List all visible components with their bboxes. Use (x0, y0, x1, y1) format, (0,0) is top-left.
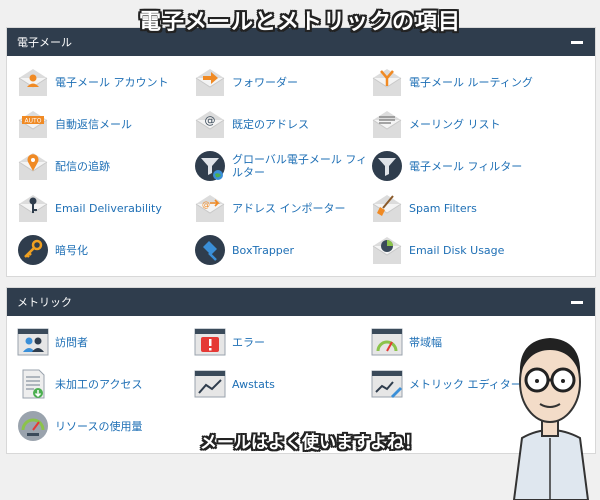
track-delivery-link[interactable]: 配信の追跡 (17, 150, 110, 182)
encryption-link[interactable]: 暗号化 (17, 234, 88, 266)
raw-access-link[interactable]: 未加工のアクセス (17, 368, 142, 400)
person-envelope-icon (18, 69, 48, 96)
address-importer-label: アドレス インポーター (232, 201, 346, 215)
svg-text:@: @ (202, 200, 210, 209)
svg-text:@: @ (205, 114, 216, 127)
email-panel-title: 電子メール (17, 36, 72, 49)
email-routing-label: 電子メール ルーティング (409, 75, 533, 89)
email-accounts-label: 電子メール アカウント (55, 75, 169, 89)
collapse-icon[interactable] (571, 300, 583, 304)
spam-filters-link[interactable]: Spam Filters (371, 192, 477, 224)
key-envelope-icon (18, 195, 48, 222)
email-panel: 電子メール 電子メール アカウント フォワーダー 電子メール ルーティング AU… (6, 27, 596, 277)
resource-usage-link[interactable]: リソースの使用量 (17, 410, 142, 442)
forwarders-link[interactable]: フォワーダー (194, 66, 298, 98)
awstats-label: Awstats (232, 377, 275, 391)
metrics-panel-header[interactable]: メトリック (7, 288, 595, 316)
metrics-panel-title: メトリック (17, 296, 72, 309)
encryption-key-icon (18, 235, 48, 265)
location-pin-envelope-icon (18, 153, 48, 180)
boxtrapper-icon (195, 235, 225, 265)
default-address-label: 既定のアドレス (232, 117, 309, 131)
boxtrapper-link[interactable]: BoxTrapper (194, 234, 294, 266)
raw-access-document-icon (22, 369, 45, 399)
email-filters-link[interactable]: 電子メール フィルター (371, 150, 522, 182)
email-deliverability-link[interactable]: Email Deliverability (17, 192, 162, 224)
email-routing-link[interactable]: 電子メール ルーティング (371, 66, 533, 98)
resource-usage-label: リソースの使用量 (55, 419, 143, 433)
pie-chart-envelope-icon (372, 237, 402, 264)
email-accounts-link[interactable]: 電子メール アカウント (17, 66, 169, 98)
encryption-label: 暗号化 (55, 243, 88, 257)
comment-caption: メールはよく使いますよね！ (200, 433, 421, 453)
mailing-lists-link[interactable]: メーリング リスト (371, 108, 501, 140)
bandwidth-gauge-icon (371, 328, 403, 356)
routing-envelope-icon (372, 69, 402, 96)
email-filters-label: 電子メール フィルター (409, 159, 523, 173)
global-email-filters-link[interactable]: グローバル電子メール フィルター (194, 150, 368, 182)
visitors-label: 訪問者 (55, 335, 88, 349)
track-delivery-label: 配信の追跡 (55, 159, 110, 173)
svg-text:AUTO: AUTO (25, 118, 42, 125)
boxtrapper-label: BoxTrapper (232, 243, 295, 257)
autoresponders-label: 自動返信メール (55, 117, 132, 131)
address-importer-link[interactable]: @ アドレス インポーター (194, 192, 346, 224)
forwarders-label: フォワーダー (232, 75, 298, 89)
email-disk-usage-link[interactable]: Email Disk Usage (371, 234, 504, 266)
email-disk-usage-label: Email Disk Usage (409, 243, 505, 257)
resource-usage-gauge-icon (18, 411, 48, 441)
raw-access-label: 未加工のアクセス (55, 377, 143, 391)
globe-filter-icon (195, 151, 225, 181)
collapse-icon[interactable] (571, 40, 583, 44)
errors-label: エラー (232, 335, 265, 349)
bandwidth-label: 帯域幅 (409, 335, 442, 349)
error-icon (194, 328, 226, 356)
funnel-filter-icon (372, 151, 402, 181)
bandwidth-link[interactable]: 帯域幅 (371, 326, 442, 358)
errors-link[interactable]: エラー (194, 326, 265, 358)
visitors-link[interactable]: 訪問者 (17, 326, 88, 358)
awstats-line-chart-icon (194, 370, 226, 398)
email-deliverability-label: Email Deliverability (55, 201, 162, 215)
awstats-link[interactable]: Awstats (194, 368, 275, 400)
import-envelope-icon: @ (195, 195, 225, 222)
default-address-link[interactable]: @ 既定のアドレス (194, 108, 309, 140)
mailing-list-envelope-icon (372, 111, 402, 138)
page-banner-title: 電子メールとメトリックの項目 (138, 10, 461, 35)
spam-brush-envelope-icon (372, 195, 402, 222)
glasses-man-illustration (512, 338, 590, 500)
mailing-lists-label: メーリング リスト (409, 117, 501, 131)
global-email-filters-label: グローバル電子メール フィルター (232, 153, 368, 179)
forward-arrow-envelope-icon (195, 69, 225, 96)
autoresponders-link[interactable]: AUTO 自動返信メール (17, 108, 132, 140)
auto-reply-envelope-icon: AUTO (18, 111, 48, 138)
metrics-editor-icon (371, 370, 403, 398)
visitors-icon (17, 328, 49, 356)
spam-filters-label: Spam Filters (409, 201, 477, 215)
at-sign-envelope-icon: @ (195, 111, 225, 138)
